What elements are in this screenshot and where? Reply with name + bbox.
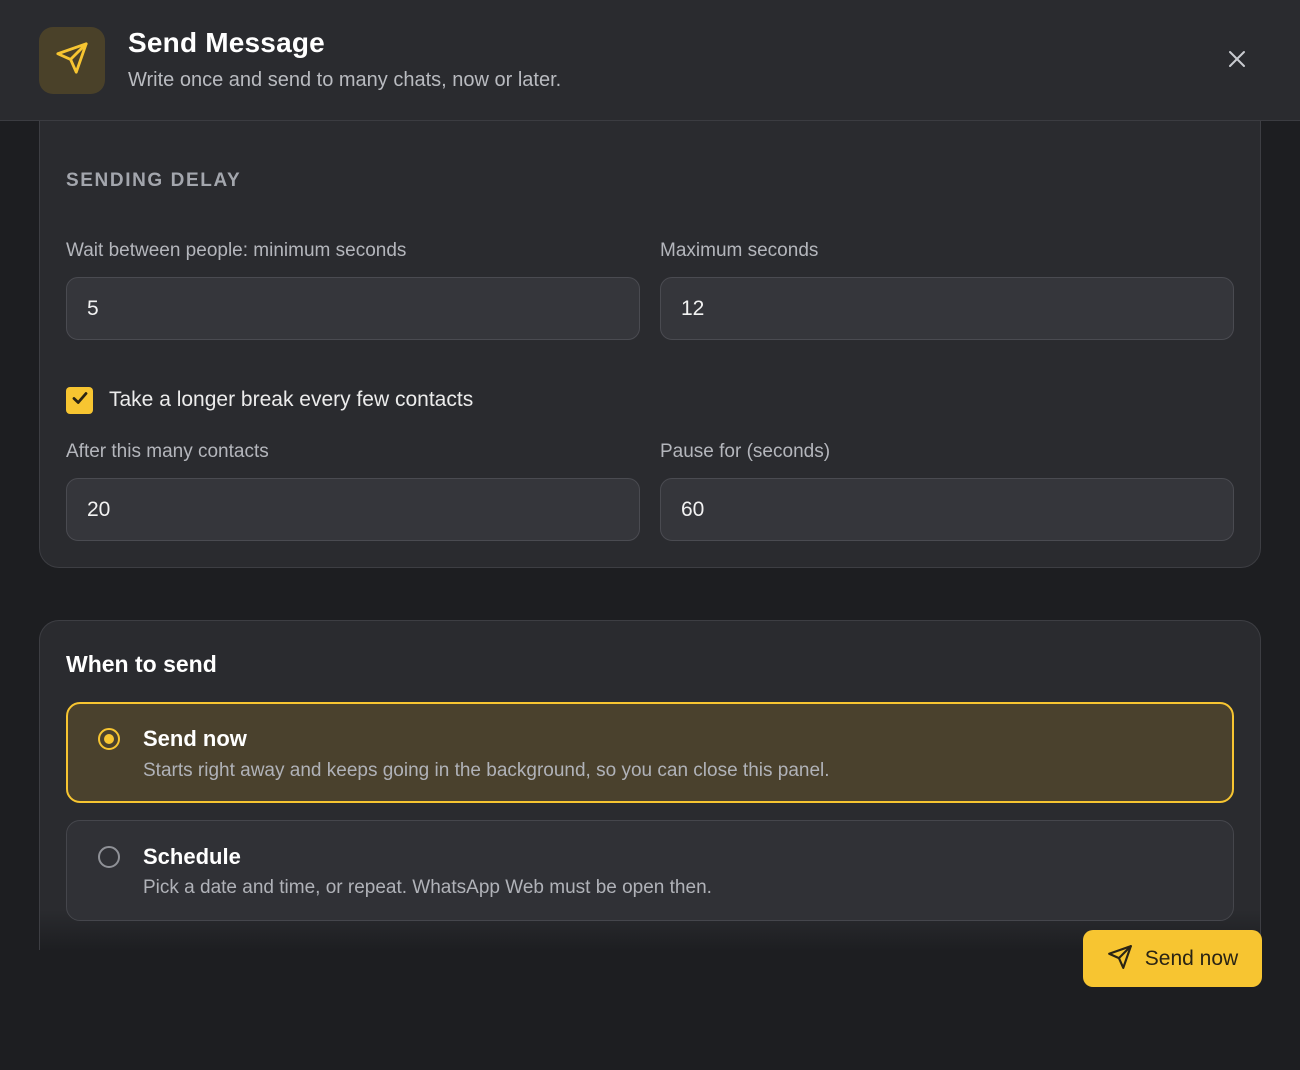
close-button[interactable] [1220, 44, 1254, 78]
page-title: Send Message [128, 27, 325, 58]
send-now-button-label: Send now [1144, 946, 1239, 970]
sending-delay-title: SENDING DELAY [66, 170, 242, 191]
min-seconds-label: Wait between people: minimum seconds [66, 240, 407, 261]
longer-break-checkbox[interactable] [66, 387, 93, 414]
pause-seconds-input[interactable] [660, 478, 1234, 541]
max-seconds-input[interactable] [660, 277, 1234, 340]
page-subtitle: Write once and send to many chats, now o… [128, 69, 562, 91]
min-seconds-input[interactable] [66, 277, 640, 340]
max-seconds-label: Maximum seconds [660, 240, 819, 261]
schedule-option-title: Schedule [143, 844, 241, 869]
when-to-send-title: When to send [66, 651, 217, 677]
panel-header: Send Message Write once and send to many… [0, 0, 1300, 121]
header-icon-tile [39, 27, 105, 94]
close-icon [1227, 49, 1247, 74]
send-now-option-title: Send now [143, 726, 247, 751]
schedule-option[interactable]: Schedule Pick a date and time, or repeat… [66, 820, 1234, 921]
checkmark-icon [70, 388, 90, 413]
after-contacts-label: After this many contacts [66, 441, 269, 462]
schedule-option-description: Pick a date and time, or repeat. WhatsAp… [143, 877, 712, 898]
send-now-option-description: Starts right away and keeps going in the… [143, 760, 830, 781]
longer-break-label[interactable]: Take a longer break every few contacts [109, 388, 473, 412]
send-message-panel: Send Message Write once and send to many… [0, 0, 1300, 1070]
after-contacts-input[interactable] [66, 478, 640, 541]
send-icon [1107, 944, 1133, 973]
schedule-radio[interactable] [98, 846, 120, 868]
send-icon [55, 41, 89, 80]
pause-seconds-label: Pause for (seconds) [660, 441, 831, 462]
send-now-button[interactable]: Send now [1083, 930, 1262, 987]
send-now-radio[interactable] [98, 728, 120, 750]
send-now-option[interactable]: Send now Starts right away and keeps goi… [66, 702, 1234, 803]
